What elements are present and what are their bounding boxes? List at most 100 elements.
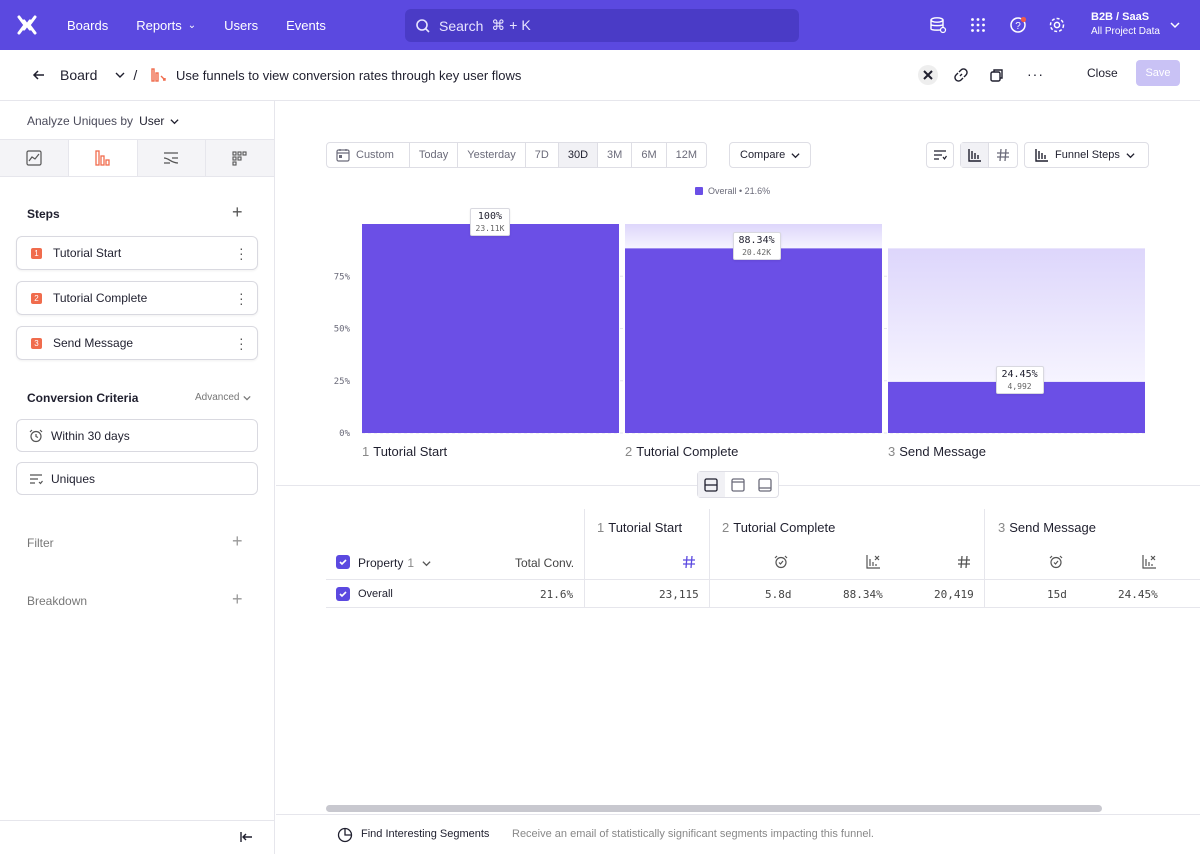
report-header: Board / Use funnels to view conversion r… (0, 50, 1200, 101)
step-item[interactable]: 3 Send Message · · · (16, 326, 258, 360)
chevron-down-icon (243, 395, 252, 400)
range-yesterday[interactable]: Yesterday (458, 143, 526, 167)
search-shortcut: ⌘ + K (491, 17, 531, 33)
app-logo-icon[interactable] (0, 0, 54, 50)
nav-events[interactable]: Events (286, 18, 326, 33)
kebab-menu-icon[interactable]: · · · (239, 286, 244, 310)
time-to-convert-icon[interactable] (1049, 555, 1063, 572)
kebab-menu-icon[interactable]: · · · (239, 331, 244, 355)
breadcrumb-separator: / (133, 67, 138, 83)
report-title[interactable]: Use funnels to view conversion rates thr… (176, 68, 521, 83)
y-tick-label: 25% (334, 377, 351, 387)
tab-insights[interactable] (0, 140, 69, 176)
apps-grid-icon[interactable] (968, 15, 988, 35)
layout-split-button[interactable] (698, 472, 725, 497)
link-icon[interactable] (954, 68, 968, 85)
back-to-board-button[interactable]: Board / (32, 67, 167, 83)
dropoff-bar[interactable] (888, 248, 1145, 382)
step2-pct-value: 88.34% (843, 588, 883, 601)
range-6m[interactable]: 6M (632, 143, 667, 167)
duplicate-icon[interactable] (990, 68, 1004, 85)
nav-boards[interactable]: Boards (67, 18, 108, 33)
close-button[interactable]: Close (1087, 66, 1118, 80)
horizontal-scrollbar[interactable] (326, 805, 1102, 812)
user-avatar-icon[interactable] (918, 65, 938, 85)
layout-table-only-button[interactable] (751, 472, 778, 497)
chevron-down-icon[interactable] (1165, 15, 1185, 35)
time-to-convert-icon[interactable] (774, 555, 788, 572)
add-step-icon[interactable]: + (232, 202, 243, 223)
funnel-bars-icon (94, 150, 110, 166)
nav-users[interactable]: Users (224, 18, 258, 33)
hash-icon[interactable] (682, 555, 696, 572)
legend-swatch (695, 187, 703, 195)
step2-count-value: 20,419 (934, 588, 974, 601)
save-button[interactable]: Save (1136, 60, 1180, 86)
conversion-rate-icon[interactable] (866, 554, 881, 572)
layout-chart-only-button[interactable] (725, 472, 752, 497)
conversion-rate-icon[interactable] (1142, 554, 1157, 572)
range-7d[interactable]: 7D (526, 143, 559, 167)
line-chart-icon (26, 150, 42, 166)
step-item[interactable]: 2 Tutorial Complete · · · (16, 281, 258, 315)
tab-funnels[interactable] (68, 140, 138, 176)
compare-dropdown[interactable]: Compare (729, 142, 811, 168)
row-checkbox[interactable] (336, 587, 350, 601)
project-subtitle: All Project Data (1091, 26, 1160, 37)
conversion-window-selector[interactable]: Within 30 days (16, 419, 258, 452)
step-label: Send Message (53, 336, 134, 350)
step-number: 3 (31, 337, 42, 349)
data-settings-icon[interactable] (928, 15, 948, 35)
analyze-by-selector[interactable]: Analyze Uniques by User (27, 114, 179, 128)
counting-method-selector[interactable]: Uniques (16, 462, 258, 495)
layout-toggle (697, 471, 779, 498)
table-row-divider (326, 607, 1200, 608)
add-filter-icon[interactable]: + (232, 531, 243, 552)
tab-flows[interactable] (137, 140, 207, 176)
project-selector[interactable]: B2B / SaaS All Project Data (1091, 11, 1160, 37)
chevron-down-icon (170, 118, 179, 124)
kebab-menu-icon[interactable]: · · · (239, 241, 244, 265)
tab-retention[interactable] (206, 140, 274, 176)
hash-icon (997, 148, 1009, 162)
compare-label: Compare (740, 149, 786, 161)
select-all-checkbox[interactable] (336, 555, 350, 569)
table-step-header: 2 Tutorial Complete (722, 520, 835, 535)
add-breakdown-icon[interactable]: + (232, 589, 243, 610)
range-30d[interactable]: 30D (558, 143, 599, 167)
step-label: Send Message (1009, 520, 1096, 535)
range-12m[interactable]: 12M (667, 143, 706, 167)
range-today[interactable]: Today (410, 143, 459, 167)
sort-options-button[interactable] (926, 142, 954, 168)
step-item[interactable]: 1 Tutorial Start · · · (16, 236, 258, 270)
advanced-toggle[interactable]: Advanced (195, 392, 252, 403)
svg-text:?: ? (1015, 21, 1021, 32)
steps-title: Steps (27, 207, 60, 221)
search-bar[interactable]: Search ⌘ + K (405, 9, 799, 42)
find-segments-description: Receive an email of statistically signif… (512, 828, 874, 840)
chevron-down-icon (422, 560, 431, 566)
bar-chart-view-button[interactable] (961, 143, 989, 167)
conversion-window-label: Within 30 days (51, 428, 130, 443)
hash-icon[interactable] (957, 555, 971, 572)
chevron-down-icon (115, 72, 125, 78)
metric-view-button[interactable] (989, 143, 1017, 167)
range-3m[interactable]: 3M (598, 143, 633, 167)
chart-legend[interactable]: Overall • 21.6% (695, 186, 770, 196)
collapse-sidebar-icon[interactable] (240, 830, 254, 847)
breakdown-title: Breakdown (27, 594, 88, 608)
funnel-steps-dropdown[interactable]: Funnel Steps (1024, 142, 1149, 168)
funnel-bar[interactable] (625, 248, 882, 433)
funnel-bar[interactable] (362, 224, 619, 433)
property-label: Property (358, 556, 404, 570)
calendar-icon (336, 149, 350, 162)
more-options-icon[interactable]: ··· (1027, 66, 1044, 82)
find-segments-link[interactable]: Find Interesting Segments (361, 828, 489, 840)
nav-reports[interactable]: Reports ⌄ (136, 18, 196, 33)
property-column-header[interactable]: Property 1 (358, 556, 431, 570)
help-icon[interactable]: ? (1008, 15, 1028, 35)
range-custom[interactable]: Custom (327, 143, 410, 167)
gear-icon[interactable] (1047, 15, 1067, 35)
step-caption: 1 Tutorial Start (362, 444, 447, 459)
total-conversion-header[interactable]: Total Conv. (515, 556, 574, 570)
